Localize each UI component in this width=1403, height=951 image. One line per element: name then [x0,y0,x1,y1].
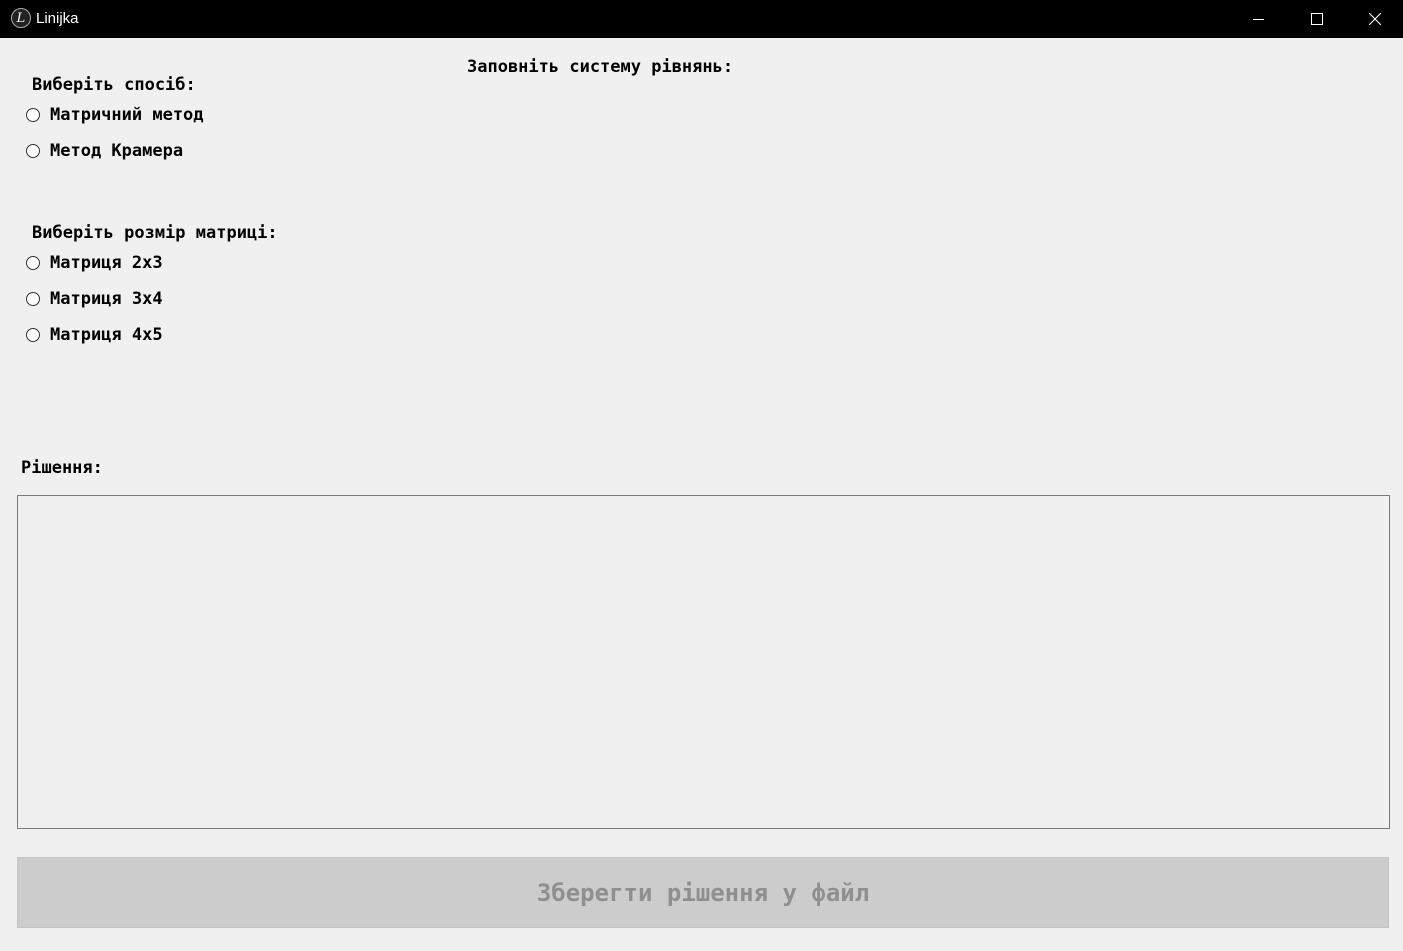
radio-button-icon[interactable] [26,108,40,122]
radio-button-icon[interactable] [26,328,40,342]
close-button[interactable] [1346,0,1403,38]
maximize-button[interactable] [1288,0,1346,38]
radio-cramer-method[interactable]: Метод Крамера [26,141,183,161]
radio-label[interactable]: Матриця 3x4 [50,289,163,309]
system-heading: Заповніть систему рівнянь: [467,57,734,77]
solution-heading: Рішення: [21,458,103,478]
app-window: L Linijka Виберіть спосіб: Матричний мет… [0,0,1403,951]
close-icon [1369,13,1381,25]
method-heading: Виберіть спосіб: [32,75,196,95]
minimize-button[interactable] [1230,0,1288,38]
radio-label[interactable]: Матриця 4x5 [50,325,163,345]
save-solution-button[interactable]: Зберегти рішення у файл [17,857,1389,928]
radio-matrix-4x5[interactable]: Матриця 4x5 [26,325,163,345]
radio-label[interactable]: Матричний метод [50,105,204,125]
radio-button-icon[interactable] [26,144,40,158]
title-bar[interactable]: L Linijka [0,0,1403,38]
maximize-icon [1311,13,1323,25]
app-logo-icon: L [11,8,31,28]
solution-text-area[interactable] [17,495,1390,829]
minimize-icon [1253,19,1264,20]
radio-label[interactable]: Метод Крамера [50,141,183,161]
radio-matrix-2x3[interactable]: Матриця 2x3 [26,253,163,273]
radio-matrix-method[interactable]: Матричний метод [26,105,204,125]
radio-label[interactable]: Матриця 2x3 [50,253,163,273]
radio-button-icon[interactable] [26,256,40,270]
radio-button-icon[interactable] [26,292,40,306]
size-heading: Виберіть розмір матриці: [32,223,278,243]
window-title: Linijka [36,10,79,27]
radio-matrix-3x4[interactable]: Матриця 3x4 [26,289,163,309]
